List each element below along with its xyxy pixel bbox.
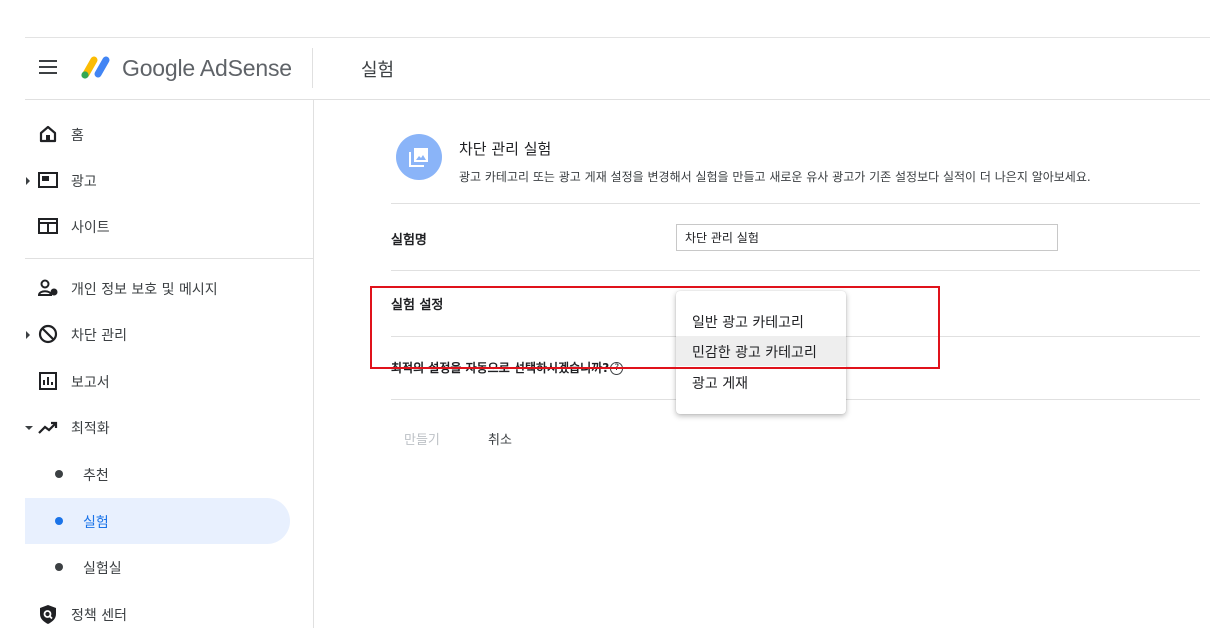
adsense-logo-icon (81, 56, 110, 79)
dropdown-option-label: 일반 광고 카테고리 (692, 315, 804, 331)
sidebar-item-blocking[interactable]: 차단 관리 (25, 311, 313, 357)
create-button[interactable]: 만들기 (404, 429, 440, 448)
sidebar-subitem-label: 실험실 (83, 561, 122, 577)
sidebar-item-label: 최적화 (71, 421, 110, 437)
bullet-icon (55, 563, 63, 571)
photo-library-icon (409, 148, 428, 167)
block-icon (38, 324, 58, 344)
sidebar-divider (25, 258, 313, 259)
experiment-description: 광고 카테고리 또는 광고 게재 설정을 변경해서 실험을 만들고 새로운 유사… (459, 170, 1091, 184)
divider (391, 203, 1200, 204)
expand-caret-icon[interactable] (26, 177, 30, 185)
sidebar-item-label: 개인 정보 보호 및 메시지 (71, 282, 218, 298)
privacy-icon (37, 279, 58, 296)
experiment-name-label: 실험명 (391, 233, 427, 248)
optimal-settings-label: 최적의 설정을 자동으로 선택하시겠습니까? (391, 361, 610, 375)
dropdown-option-label: 민감한 광고 카테고리 (692, 345, 817, 361)
sidebar-subitem-recommendations[interactable]: 추천 (25, 451, 290, 497)
dropdown-option-sensitive-categories[interactable]: 민감한 광고 카테고리 (676, 336, 846, 366)
hamburger-menu-icon[interactable] (39, 60, 57, 74)
sidebar-subitem-experiments[interactable]: 실험 (25, 498, 290, 544)
app-header: Google AdSense 실험 (25, 38, 1210, 100)
sidebar-subitem-labs[interactable]: 실험실 (25, 544, 290, 590)
dropdown-option-ad-serving[interactable]: 광고 게재 (676, 367, 846, 397)
app-name: Google AdSense (122, 55, 292, 81)
sidebar-item-label: 홈 (71, 128, 84, 144)
experiment-icon-circle (396, 134, 442, 180)
trending-icon (38, 421, 58, 434)
sidebar-subitem-label: 실험 (83, 515, 109, 531)
sidebar-item-privacy[interactable]: 개인 정보 보호 및 메시지 (25, 265, 313, 311)
reports-icon (39, 372, 57, 390)
sidebar-item-label: 차단 관리 (71, 328, 127, 344)
sidebar-item-sites[interactable]: 사이트 (25, 203, 313, 249)
policy-icon (40, 605, 56, 624)
sidebar-item-policy-center[interactable]: 정책 센터 (25, 591, 313, 637)
sidebar-item-reports[interactable]: 보고서 (25, 358, 313, 404)
sidebar-item-label: 사이트 (71, 220, 110, 236)
sidebar-item-label: 정책 센터 (71, 608, 127, 624)
experiment-name-input[interactable] (676, 224, 1058, 251)
sites-icon (38, 218, 58, 234)
experiment-settings-dropdown[interactable]: 일반 광고 카테고리 민감한 광고 카테고리 광고 게재 (676, 291, 846, 414)
home-icon (39, 125, 57, 143)
page-title: 실험 (361, 60, 395, 81)
sidebar-item-optimization[interactable]: 최적화 (25, 404, 313, 450)
dropdown-option-general-categories[interactable]: 일반 광고 카테고리 (676, 306, 846, 336)
sidebar-item-home[interactable]: 홈 (25, 111, 313, 157)
header-divider (312, 48, 313, 88)
sidebar-item-label: 광고 (71, 174, 97, 190)
help-icon[interactable]: ? (610, 362, 624, 375)
divider (391, 270, 1200, 271)
experiment-title: 차단 관리 실험 (459, 140, 552, 158)
expand-caret-icon[interactable] (26, 331, 30, 339)
ads-icon (38, 172, 58, 188)
cancel-button[interactable]: 취소 (488, 429, 512, 448)
bullet-icon (55, 517, 63, 525)
optimal-settings-question: 최적의 설정을 자동으로 선택하시겠습니까?? (391, 359, 624, 376)
sidebar: 홈 광고 사이트 개인 정보 보호 및 메시지 차단 관리 보고서 최적화 추천… (25, 100, 314, 628)
experiment-settings-label: 실험 설정 (391, 298, 444, 313)
sidebar-item-ads[interactable]: 광고 (25, 157, 313, 203)
dropdown-option-label: 광고 게재 (692, 376, 748, 392)
collapse-caret-icon[interactable] (25, 426, 33, 430)
bullet-icon (55, 470, 63, 478)
sidebar-item-label: 보고서 (71, 375, 110, 391)
sidebar-subitem-label: 추천 (83, 468, 109, 484)
